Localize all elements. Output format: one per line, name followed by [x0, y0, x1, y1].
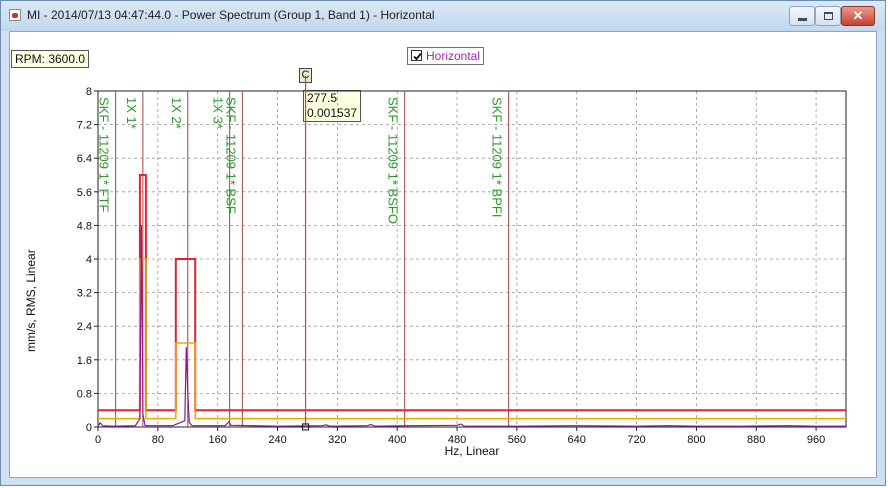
y-tick-label: 6.4 — [77, 153, 92, 165]
close-icon: ✕ — [852, 8, 864, 23]
window-title: MI - 2014/07/13 04:47:44.0 - Power Spect… — [27, 8, 435, 22]
title-bar[interactable]: MI - 2014/07/13 04:47:44.0 - Power Spect… — [1, 1, 885, 31]
x-tick-label: 560 — [508, 434, 526, 446]
x-tick-label: 400 — [388, 434, 406, 446]
fault-marker-label: SKF - 11209 1* BSFO — [386, 97, 401, 224]
y-tick-label: 2.4 — [77, 321, 92, 333]
y-tick-label: 1.6 — [77, 355, 92, 367]
y-tick-label: 4.8 — [77, 220, 92, 232]
fault-marker-label: 1X 2* — [169, 97, 184, 129]
maximize-button[interactable] — [815, 6, 841, 26]
app-document-icon[interactable] — [9, 9, 21, 21]
minimize-icon — [798, 18, 807, 21]
fault-marker-label: 1X 3* — [211, 97, 226, 129]
plot-area[interactable]: RPM: 3600.0 Horizontal C 277.5 0.001537 … — [9, 31, 877, 478]
fault-marker-label: 1X 1* — [124, 97, 139, 129]
y-tick-label: 0 — [86, 422, 92, 434]
x-tick-label: 320 — [328, 434, 346, 446]
close-button[interactable]: ✕ — [841, 6, 875, 26]
maximize-icon — [824, 12, 833, 20]
y-tick-label: 8 — [86, 86, 92, 98]
y-tick-label: 0.8 — [77, 388, 92, 400]
y-tick-label: 5.6 — [77, 187, 92, 199]
fault-marker-label: SKF - 11209 1* BPFI — [490, 97, 505, 217]
x-tick-label: 160 — [209, 434, 227, 446]
x-tick-label: 240 — [268, 434, 286, 446]
x-axis-title: Hz, Linear — [445, 444, 500, 458]
y-tick-label: 7.2 — [77, 120, 92, 132]
y-tick-label: 3.2 — [77, 288, 92, 300]
alarm-band-warning — [98, 258, 846, 420]
x-tick-label: 800 — [687, 434, 705, 446]
x-tick-label: 960 — [807, 434, 825, 446]
spectrum-chart[interactable]: 00.81.62.43.244.85.66.47.280 80 160 240 320 4… — [10, 32, 876, 477]
spectrum-window: MI - 2014/07/13 04:47:44.0 - Power Spect… — [0, 0, 886, 486]
fault-marker-label: SKF - 11209 1* FTF — [97, 97, 112, 212]
spectrum-series-line — [97, 225, 846, 427]
x-tick-label: 0 — [95, 434, 101, 446]
x-tick-label: 880 — [747, 434, 765, 446]
y-tick-label: 4 — [86, 254, 92, 266]
minimize-button[interactable] — [789, 6, 815, 26]
x-tick-label: 640 — [568, 434, 586, 446]
fault-marker-label: SKF - 11209 1* BSF — [223, 97, 238, 214]
x-tick-label: 80 — [152, 434, 164, 446]
x-tick-label: 720 — [627, 434, 645, 446]
